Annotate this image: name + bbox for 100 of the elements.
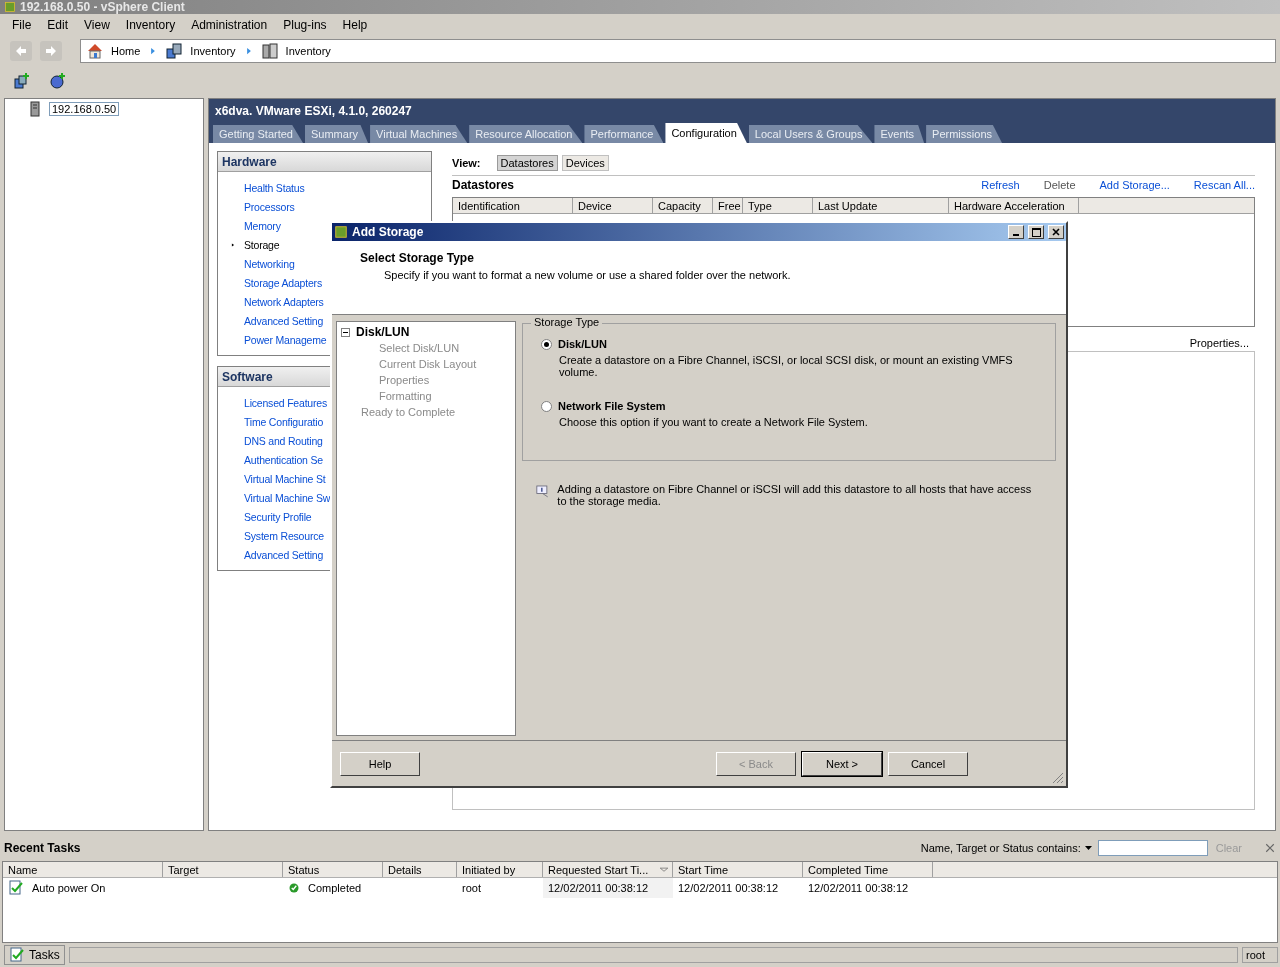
tab[interactable]: Configuration — [665, 123, 747, 143]
column-header[interactable]: Target — [163, 862, 283, 877]
close-icon — [1052, 228, 1060, 236]
section-link[interactable]: Processors — [244, 200, 295, 213]
recent-tasks-title: Recent Tasks — [4, 841, 82, 855]
option-label[interactable]: Disk/LUN — [558, 338, 607, 350]
server-rack-icon — [261, 43, 278, 59]
section-link[interactable]: Health Status — [244, 181, 305, 194]
section-link[interactable]: Power Manageme — [244, 333, 327, 346]
add-host-icon — [14, 73, 30, 89]
section-link[interactable]: Security Profile — [244, 510, 312, 523]
column-header[interactable]: Capacity — [653, 198, 713, 213]
column-header[interactable]: Requested Start Ti... — [543, 862, 673, 877]
add-datacenter-icon — [50, 73, 66, 89]
column-header[interactable]: Hardware Acceleration — [949, 198, 1079, 213]
close-icon — [1264, 842, 1276, 854]
radio-button[interactable] — [541, 400, 552, 412]
window-title: 192.168.0.50 - vSphere Client — [20, 0, 185, 14]
menu-item[interactable]: Administration — [189, 17, 270, 33]
section-link[interactable]: Networking — [244, 257, 295, 270]
column-header[interactable]: Name — [3, 862, 163, 877]
maximize-icon — [1031, 227, 1041, 237]
action-link[interactable]: Rescan All... — [1193, 178, 1255, 191]
menu-item[interactable]: Edit — [45, 17, 71, 33]
dialog-button[interactable]: Help — [340, 751, 420, 776]
section-link[interactable]: Network Adapters — [244, 295, 324, 308]
sort-icon — [658, 864, 671, 875]
breadcrumb-link[interactable]: Home — [111, 45, 141, 57]
wizard-step: Select Disk/LUN — [379, 342, 460, 354]
column-header[interactable]: Free — [713, 198, 743, 213]
column-header[interactable]: Details — [383, 862, 457, 877]
back-arrow-icon — [15, 45, 27, 57]
inventory-icon — [166, 43, 183, 59]
menu-item[interactable]: Help — [340, 17, 370, 33]
section-header: Hardware — [218, 152, 431, 172]
column-header[interactable]: Completed Time — [803, 862, 933, 877]
menu-item[interactable]: View — [82, 17, 112, 33]
forward-arrow-icon — [45, 45, 57, 57]
section-link[interactable]: Storage — [244, 238, 280, 251]
column-header[interactable]: Identification — [453, 198, 573, 213]
action-link[interactable]: Refresh — [981, 178, 1020, 191]
table-cell: Completed — [308, 882, 362, 894]
table-cell: 12/02/2011 00:38:12 — [678, 882, 779, 894]
close-button[interactable] — [1048, 225, 1064, 239]
success-icon — [288, 882, 300, 894]
minimize-button[interactable] — [1008, 225, 1024, 239]
view-toggle[interactable]: Datastores — [496, 155, 558, 171]
section-link[interactable]: Advanced Setting — [244, 548, 324, 561]
breadcrumb-link[interactable]: Inventory — [190, 45, 236, 57]
section-link[interactable]: Advanced Setting — [244, 314, 324, 327]
section-link[interactable]: Virtual Machine St — [244, 472, 326, 485]
section-link[interactable]: Virtual Machine Sw — [244, 491, 331, 504]
view-toggle[interactable]: Devices — [561, 155, 609, 171]
wizard-step: Ready to Complete — [361, 406, 456, 418]
app-icon — [334, 225, 348, 239]
section-link[interactable]: Time Configuratio — [244, 415, 324, 428]
section-link[interactable]: Storage Adapters — [244, 276, 322, 289]
section-link[interactable]: System Resource — [244, 529, 324, 542]
table-cell: 12/02/2011 00:38:12 — [808, 882, 909, 894]
filter-dropdown[interactable]: Name, Target or Status contains: — [920, 842, 1092, 854]
collapse-icon[interactable] — [341, 327, 350, 337]
section-link[interactable]: Authentication Se — [244, 453, 323, 466]
wizard-step: Current Disk Layout — [379, 358, 477, 370]
properties-link[interactable]: Properties... — [1189, 337, 1249, 349]
maximize-button[interactable] — [1028, 225, 1044, 239]
menu-item[interactable]: Plug-ins — [281, 17, 329, 33]
action-link[interactable]: Add Storage... — [1099, 178, 1170, 191]
option-description: Create a datastore on a Fibre Channel, iSCSI, or local SCSI disk, or mount an existing VMFS volume. — [559, 354, 1014, 378]
column-header[interactable]: Device — [573, 198, 653, 213]
menu-item[interactable]: File — [10, 17, 34, 33]
view-label: View: — [452, 157, 481, 169]
filter-field[interactable] — [1097, 840, 1208, 856]
breadcrumb-link[interactable]: Inventory — [285, 45, 331, 57]
home-icon — [87, 43, 103, 59]
dialog-button[interactable]: Next > — [802, 751, 882, 776]
section-link[interactable]: Licensed Features — [244, 396, 327, 409]
caret-icon — [1084, 846, 1092, 850]
menu-item[interactable]: Inventory — [123, 17, 178, 33]
host-header: x6dva. VMware ESXi, 4.1.0, 260247 — [209, 99, 1275, 123]
column-header[interactable]: Type — [743, 198, 813, 213]
dialog-button[interactable]: Cancel — [888, 751, 968, 776]
column-header[interactable]: Initiated by — [457, 862, 543, 877]
option-label[interactable]: Network File System — [558, 400, 666, 412]
dialog-subheading: Specify if you want to format a new volume or use a shared folder over the network. — [384, 269, 792, 281]
column-header[interactable]: Status — [283, 862, 383, 877]
section-link[interactable]: Memory — [244, 219, 281, 232]
tasks-button[interactable]: Tasks — [4, 945, 65, 965]
app-icon — [4, 1, 16, 13]
section-link[interactable]: DNS and Routing — [244, 434, 323, 447]
wizard-step: Disk/LUN — [356, 325, 410, 339]
info-text: Adding a datastore on Fibre Channel or iSCSI will add this datastore to all hosts that have access to the storage media. — [557, 483, 1033, 507]
task-icon — [9, 947, 25, 963]
resize-grip-icon[interactable] — [1052, 772, 1064, 784]
wizard-step: Properties — [379, 374, 430, 386]
column-header[interactable]: Start Time — [673, 862, 803, 877]
tree-item[interactable]: 192.168.0.50 — [49, 102, 120, 116]
server-icon — [27, 101, 43, 117]
task-icon — [8, 880, 24, 896]
column-header[interactable]: Last Update — [813, 198, 949, 213]
radio-button[interactable] — [541, 338, 552, 350]
